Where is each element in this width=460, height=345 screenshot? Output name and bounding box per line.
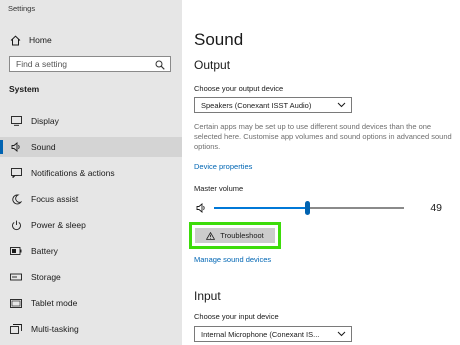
page-title: Sound xyxy=(194,30,244,49)
output-device-dropdown[interactable]: Speakers (Conexant ISST Audio) xyxy=(194,97,352,113)
volume-track[interactable] xyxy=(214,201,404,215)
sidebar-item-multitasking[interactable]: Multi-tasking xyxy=(0,319,182,339)
volume-fill xyxy=(214,207,308,209)
speaker-icon[interactable] xyxy=(196,203,207,213)
sidebar: Settings Home System Display Sound Notif… xyxy=(0,0,182,345)
power-icon xyxy=(10,219,22,231)
storage-icon xyxy=(10,271,22,283)
input-device-dropdown[interactable]: Internal Microphone (Conexant IS... xyxy=(194,326,352,342)
sidebar-item-label: Sound xyxy=(31,142,56,152)
sidebar-item-label: Storage xyxy=(31,272,61,282)
output-description: Certain apps may be set up to use differ… xyxy=(194,122,452,151)
chevron-down-icon xyxy=(337,102,346,108)
notification-icon xyxy=(10,167,22,179)
sidebar-item-label: Focus assist xyxy=(31,194,79,204)
battery-icon xyxy=(10,245,22,257)
search-icon xyxy=(155,60,165,70)
sidebar-item-tablet-mode[interactable]: Tablet mode xyxy=(0,293,182,313)
sidebar-item-label: Power & sleep xyxy=(31,220,86,230)
warning-icon xyxy=(206,231,216,240)
home-nav-item[interactable]: Home xyxy=(10,33,52,47)
input-heading: Input xyxy=(194,289,221,303)
output-device-label: Choose your output device xyxy=(194,84,284,93)
manage-sound-devices-link[interactable]: Manage sound devices xyxy=(194,255,271,264)
sidebar-item-sound[interactable]: Sound xyxy=(0,137,182,157)
home-icon xyxy=(10,35,21,45)
multitask-icon xyxy=(10,323,22,335)
chevron-down-icon xyxy=(337,331,346,337)
wikihow-watermark: wikiHow xyxy=(397,322,454,339)
troubleshoot-label: Troubleshoot xyxy=(220,231,264,240)
speaker-icon xyxy=(10,141,22,153)
sidebar-item-label: Multi-tasking xyxy=(31,324,79,334)
input-device-value: Internal Microphone (Conexant IS... xyxy=(201,329,320,339)
sidebar-item-label: Battery xyxy=(31,246,58,256)
sidebar-item-label: Tablet mode xyxy=(31,298,78,308)
output-device-value: Speakers (Conexant ISST Audio) xyxy=(201,100,312,110)
main-content: Sound Output Choose your output device S… xyxy=(182,0,460,345)
sidebar-item-notifications[interactable]: Notifications & actions xyxy=(0,163,182,183)
search-input[interactable] xyxy=(10,59,156,69)
moon-icon xyxy=(10,193,22,205)
sidebar-item-power-sleep[interactable]: Power & sleep xyxy=(0,215,182,235)
sidebar-item-display[interactable]: Display xyxy=(0,111,182,131)
volume-value: 49 xyxy=(430,202,442,214)
search-box[interactable] xyxy=(9,56,171,72)
sidebar-item-label: Notifications & actions xyxy=(31,168,115,178)
device-properties-link[interactable]: Device properties xyxy=(194,162,252,171)
sidebar-item-battery[interactable]: Battery xyxy=(0,241,182,261)
output-heading: Output xyxy=(194,58,231,72)
master-volume-label: Master volume xyxy=(194,184,244,193)
troubleshoot-highlight: Troubleshoot xyxy=(189,222,281,249)
monitor-icon xyxy=(10,115,22,127)
input-device-label: Choose your input device xyxy=(194,312,279,321)
sidebar-item-storage[interactable]: Storage xyxy=(0,267,182,287)
master-volume-slider[interactable]: 49 xyxy=(194,200,460,216)
volume-thumb[interactable] xyxy=(305,201,311,215)
watermark-part1: wiki xyxy=(397,322,423,339)
sidebar-item-focus-assist[interactable]: Focus assist xyxy=(0,189,182,209)
window-title: Settings xyxy=(8,4,36,13)
watermark-part2: How xyxy=(422,322,454,339)
sidebar-item-label: Display xyxy=(31,116,59,126)
section-label: System xyxy=(9,84,40,94)
tablet-icon xyxy=(10,297,22,309)
troubleshoot-button[interactable]: Troubleshoot xyxy=(195,228,275,243)
home-label: Home xyxy=(29,35,52,45)
